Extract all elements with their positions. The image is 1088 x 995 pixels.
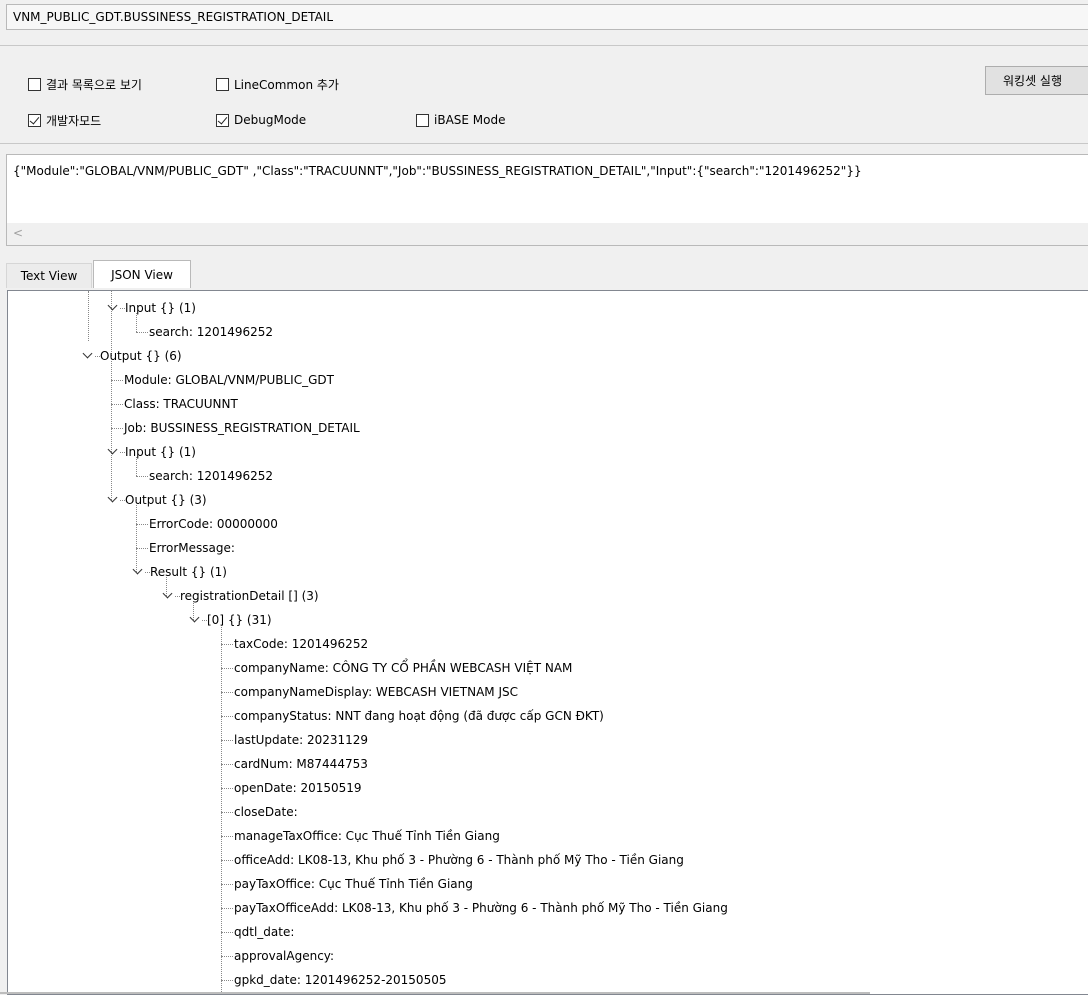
chevron-down-icon[interactable] bbox=[107, 444, 118, 455]
tree-node-expandable[interactable]: registrationDetail [] (3) bbox=[180, 584, 319, 608]
tree-node-leaf[interactable]: ErrorMessage: bbox=[149, 536, 235, 560]
tree-node-leaf[interactable]: ErrorCode: 00000000 bbox=[149, 512, 278, 536]
tree-node-leaf[interactable]: payTaxOfficeAdd: LK08-13, Khu phố 3 - Ph… bbox=[234, 896, 728, 920]
ibase-mode-checkbox[interactable] bbox=[416, 113, 429, 127]
dev-mode-checkbox[interactable] bbox=[28, 114, 41, 127]
path-label: VNM_PUBLIC_GDT.BUSSINESS_REGISTRATION_DE… bbox=[13, 10, 334, 24]
scroll-left-icon[interactable]: < bbox=[13, 226, 23, 240]
tree-connector bbox=[221, 668, 233, 669]
tree-node-leaf[interactable]: companyName: CÔNG TY CỔ PHẦN WEBCASH VIỆ… bbox=[234, 656, 572, 680]
tree-node-leaf[interactable]: companyNameDisplay: WEBCASH VIETNAM JSC bbox=[234, 680, 518, 704]
tree-node-leaf[interactable]: search: 1201496252 bbox=[149, 320, 273, 344]
tree-node-leaf[interactable]: companyStatus: NNT đang hoạt động (đã đư… bbox=[234, 704, 604, 728]
request-json-text: {"Module":"GLOBAL/VNM/PUBLIC_GDT" ,"Clas… bbox=[13, 164, 862, 178]
tree-connector bbox=[221, 644, 233, 645]
chevron-down-icon[interactable] bbox=[189, 612, 200, 623]
tree-connector bbox=[221, 932, 233, 933]
ibase-mode-label: iBASE Mode bbox=[434, 113, 506, 127]
debug-mode-label: DebugMode bbox=[234, 113, 307, 127]
tree-connector bbox=[221, 956, 233, 957]
tree-node-leaf[interactable]: Job: BUSSINESS_REGISTRATION_DETAIL bbox=[124, 416, 360, 440]
tree-node-leaf[interactable]: openDate: 20150519 bbox=[234, 776, 362, 800]
tree-connector bbox=[111, 380, 123, 381]
dev-mode-option[interactable]: 개발자모드 bbox=[28, 112, 101, 129]
tree-node-leaf[interactable]: approvalAgency: bbox=[234, 944, 334, 968]
tree-node-leaf[interactable]: taxCode: 1201496252 bbox=[234, 632, 368, 656]
line-common-option[interactable]: LineCommon 추가 bbox=[216, 76, 339, 93]
tree-node-leaf[interactable]: payTaxOffice: Cục Thuế Tỉnh Tiền Giang bbox=[234, 872, 473, 896]
divider bbox=[0, 143, 1088, 144]
tree-connector bbox=[136, 548, 148, 549]
tree-node-leaf[interactable]: closeDate: bbox=[234, 800, 298, 824]
tree-connector bbox=[221, 764, 233, 765]
tree-node-expandable[interactable]: Output {} (3) bbox=[125, 488, 207, 512]
tree-node-leaf[interactable]: lastUpdate: 20231129 bbox=[234, 728, 368, 752]
tree-node-leaf[interactable]: Module: GLOBAL/VNM/PUBLIC_GDT bbox=[124, 368, 334, 392]
tree-connector bbox=[221, 884, 233, 885]
tree-guide-line bbox=[88, 291, 89, 341]
tree-connector bbox=[136, 524, 148, 525]
tree-node-leaf[interactable]: gpkd_date: 1201496252-20150505 bbox=[234, 968, 446, 992]
divider bbox=[0, 45, 1088, 46]
debug-mode-option[interactable]: DebugMode bbox=[216, 113, 306, 127]
tab-text-view[interactable]: Text View bbox=[6, 263, 92, 288]
tree-connector bbox=[221, 692, 233, 693]
tree-connector bbox=[136, 332, 148, 333]
tree-node-leaf[interactable]: Class: TRACUUNNT bbox=[124, 392, 238, 416]
line-common-checkbox[interactable] bbox=[216, 78, 229, 91]
tree-connector bbox=[221, 716, 233, 717]
tree-node-leaf[interactable]: manageTaxOffice: Cục Thuế Tỉnh Tiền Gian… bbox=[234, 824, 500, 848]
tree-connector bbox=[221, 980, 233, 981]
tree-node-leaf[interactable]: officeAdd: LK08-13, Khu phố 3 - Phường 6… bbox=[234, 848, 684, 872]
tree-connector bbox=[221, 740, 233, 741]
tree-connector bbox=[221, 788, 233, 789]
ibase-mode-option[interactable]: iBASE Mode bbox=[416, 113, 505, 127]
horizontal-scrollbar[interactable]: < bbox=[7, 223, 1088, 245]
tab-json-view[interactable]: JSON View bbox=[93, 260, 191, 288]
debug-mode-checkbox[interactable] bbox=[216, 113, 229, 127]
json-tree-view[interactable]: Input {} (1) search: 1201496252 Output {} … bbox=[7, 290, 1088, 995]
tree-node-expandable[interactable]: [0] {} (31) bbox=[207, 608, 272, 632]
request-json-field[interactable]: {"Module":"GLOBAL/VNM/PUBLIC_GDT" ,"Clas… bbox=[6, 154, 1088, 246]
view-as-list-checkbox[interactable] bbox=[28, 78, 41, 91]
tree-node-leaf[interactable]: cardNum: M87444753 bbox=[234, 752, 368, 776]
line-common-label: LineCommon 추가 bbox=[234, 78, 339, 92]
tree-guide-line bbox=[111, 361, 112, 500]
chevron-down-icon[interactable] bbox=[82, 348, 93, 359]
status-bar-line bbox=[0, 992, 870, 994]
tree-node-expandable[interactable]: Output {} (6) bbox=[100, 344, 182, 368]
chevron-down-icon[interactable] bbox=[107, 300, 118, 311]
tree-node-expandable[interactable]: Result {} (1) bbox=[150, 560, 227, 584]
chevron-down-icon[interactable] bbox=[162, 588, 173, 599]
tree-connector bbox=[136, 476, 148, 477]
tree-connector bbox=[111, 404, 123, 405]
view-as-list-option[interactable]: 결과 목록으로 보기 bbox=[28, 76, 142, 93]
tree-node-leaf[interactable]: qdtl_date: bbox=[234, 920, 294, 944]
chevron-down-icon[interactable] bbox=[107, 492, 118, 503]
path-field[interactable]: VNM_PUBLIC_GDT.BUSSINESS_REGISTRATION_DE… bbox=[6, 4, 1088, 30]
run-workingset-button[interactable]: 워킹셋 실행 bbox=[985, 66, 1088, 95]
tree-node-expandable[interactable]: Input {} (1) bbox=[125, 440, 196, 464]
tree-connector bbox=[221, 908, 233, 909]
tree-node-leaf[interactable]: search: 1201496252 bbox=[149, 464, 273, 488]
tree-node-expandable[interactable]: Input {} (1) bbox=[125, 296, 196, 320]
tree-connector bbox=[221, 860, 233, 861]
chevron-down-icon[interactable] bbox=[132, 564, 143, 575]
tree-connector bbox=[221, 836, 233, 837]
tree-connector bbox=[221, 812, 233, 813]
tree-guide-line bbox=[221, 625, 222, 994]
tree-guide-line bbox=[136, 505, 137, 572]
view-as-list-label: 결과 목록으로 보기 bbox=[46, 78, 142, 92]
tree-connector bbox=[111, 428, 123, 429]
dev-mode-label: 개발자모드 bbox=[46, 114, 102, 128]
